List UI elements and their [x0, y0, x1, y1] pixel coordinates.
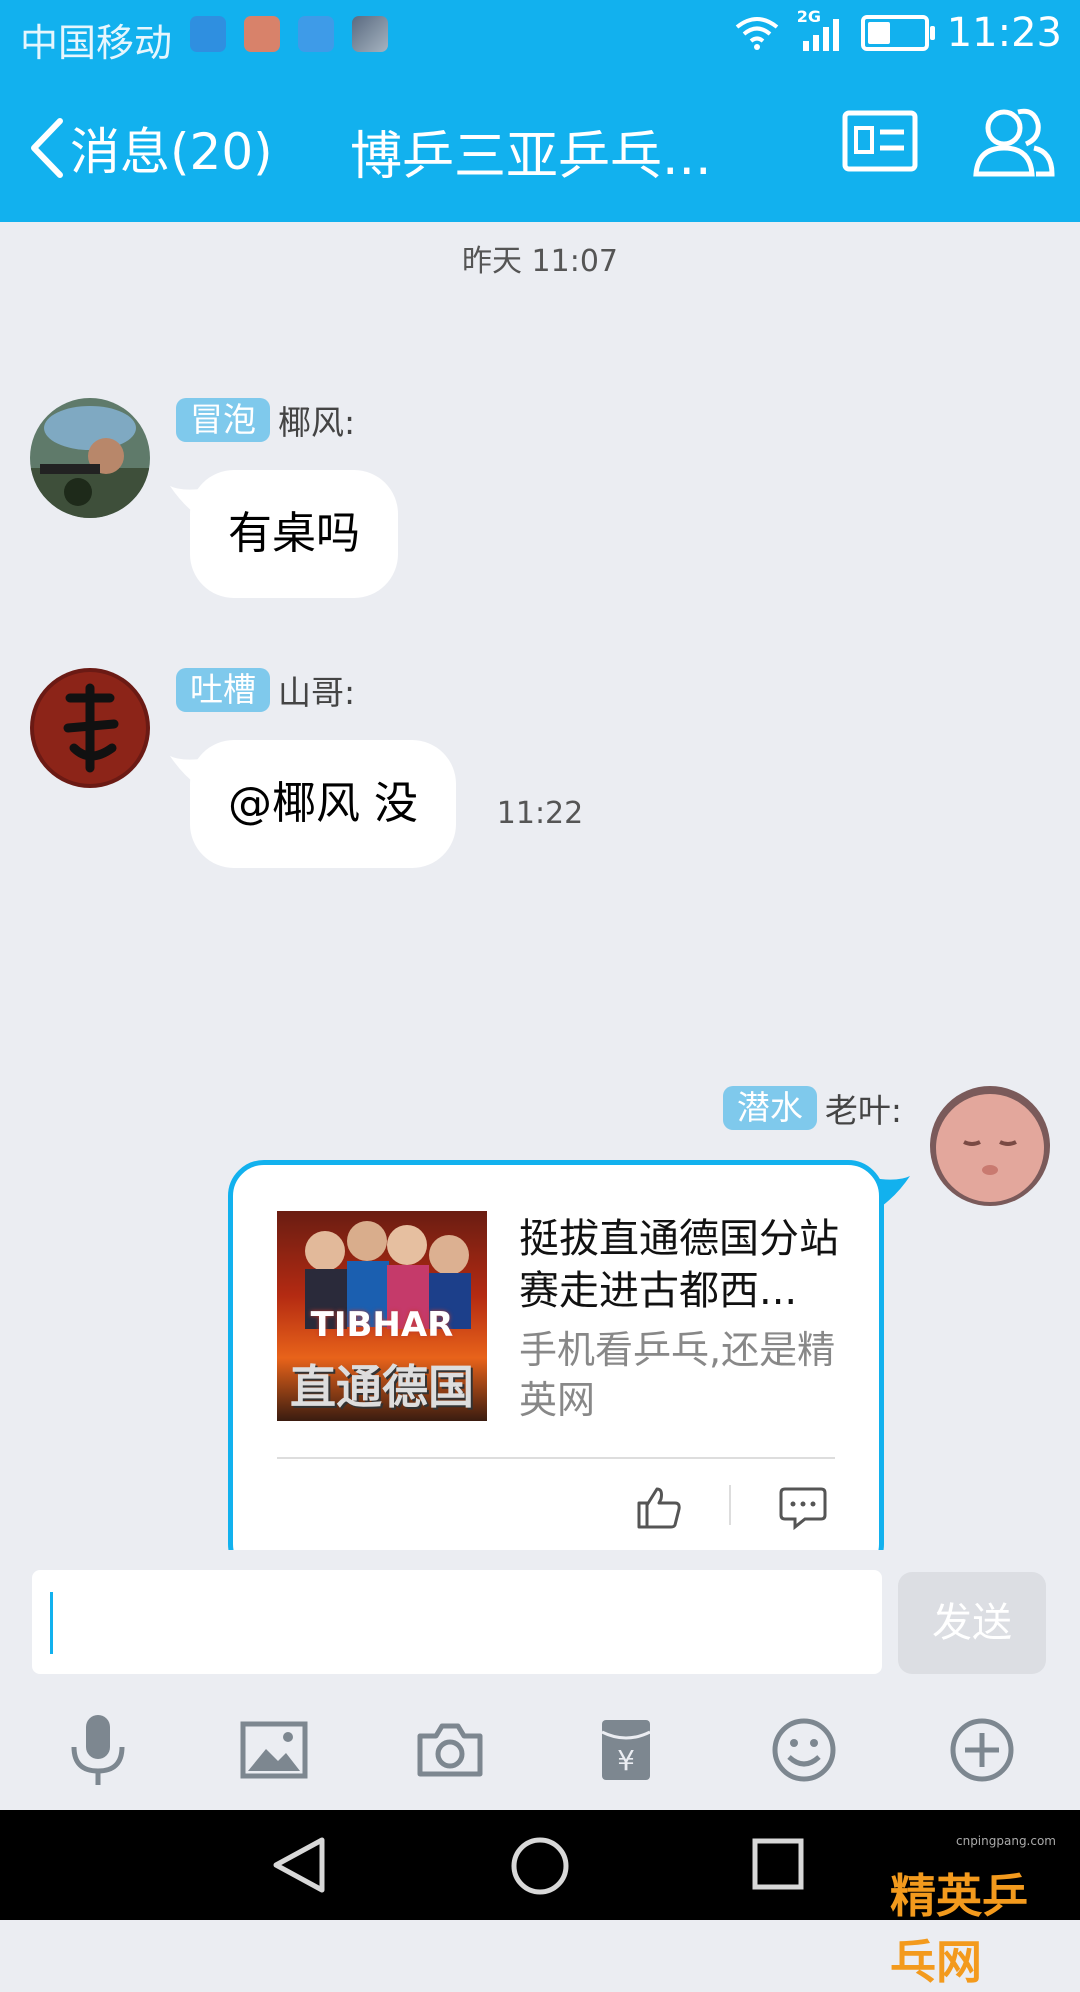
timestamp: 昨天 11:07: [462, 244, 618, 279]
sender-line: 潜水 老叶:: [722, 1084, 902, 1132]
status-bar: 中国移动 2G 11:23: [0, 0, 1080, 72]
microphone-icon: [71, 1715, 125, 1785]
watermark-text: 精英乒乓网: [890, 1869, 1028, 1989]
chat-header: 消息(20) 博乒三亚乒乓...: [0, 72, 1080, 222]
sender-name: 老叶:: [824, 1091, 902, 1130]
card-divider: [277, 1457, 835, 1459]
sender-line: 吐槽 山哥:: [176, 666, 355, 714]
chevron-left-icon: [31, 118, 63, 178]
battery-icon: [860, 15, 935, 51]
wifi-icon: [735, 17, 778, 50]
avatar[interactable]: [930, 1086, 1050, 1206]
watermark-logo: cnpingpang.com 精英乒乓网: [890, 1830, 1070, 1989]
timestamp: 11:22: [496, 796, 584, 831]
signal-indicator: 2G: [797, 7, 843, 53]
camera-icon: [417, 1723, 483, 1777]
svg-text:¥: ¥: [617, 1744, 635, 1777]
image-icon: [240, 1721, 308, 1779]
thumbnail-caption: 直通德国: [290, 1360, 474, 1414]
red-packet-button[interactable]: ¥: [586, 1710, 666, 1790]
comment-icon: [779, 1487, 827, 1531]
article-description: 手机看乒乓,还是精英网: [519, 1328, 836, 1422]
emoji-button[interactable]: [764, 1710, 844, 1790]
input-toolbar: ¥: [0, 1680, 1080, 1810]
voice-button[interactable]: [58, 1710, 138, 1790]
nav-back-button[interactable]: [272, 1836, 326, 1898]
like-button[interactable]: [635, 1483, 683, 1535]
message-bubble[interactable]: 有桌吗: [190, 470, 398, 598]
thumbs-up-icon: [637, 1487, 681, 1529]
health-notification-icon: [298, 16, 334, 52]
nav-home-button[interactable]: [510, 1836, 570, 1900]
navigation-bar: cnpingpang.com 精英乒乓网: [0, 1810, 1080, 1989]
back-button[interactable]: 消息(20): [28, 112, 273, 184]
rank-badge: 冒泡: [176, 398, 270, 442]
square-recents-icon: [752, 1838, 804, 1890]
signal-icon: [802, 19, 839, 51]
avatar[interactable]: [30, 668, 150, 788]
app-notification-icon: [190, 16, 226, 52]
status-indicators: 2G 11:23: [735, 7, 1062, 56]
emoji-icon: [772, 1718, 836, 1782]
group-members-button[interactable]: [972, 102, 1056, 184]
article-thumbnail[interactable]: TIBHAR 直通德国: [277, 1211, 487, 1421]
watermark-site: cnpingpang.com: [955, 1834, 1056, 1848]
red-packet-icon: ¥: [601, 1720, 651, 1780]
camera-button[interactable]: [410, 1710, 490, 1790]
id-card-icon: [842, 110, 918, 172]
shared-link-card[interactable]: TIBHAR 直通德国 挺拔直通德国分站赛走进古都西... 手机看乒乓,还是精英…: [228, 1160, 884, 1550]
plus-icon: [950, 1718, 1014, 1782]
chat-title: 博乒三亚乒乓...: [350, 127, 712, 187]
more-button[interactable]: [942, 1710, 1022, 1790]
thumbnail-brand: TIBHAR: [310, 1305, 454, 1345]
message-list[interactable]: 昨天 11:07 冒泡 椰风: 有桌吗 吐槽 山哥: @椰风 没 11:22 潜…: [0, 222, 1080, 1550]
text-cursor: [50, 1592, 53, 1654]
battery-level: [867, 22, 890, 44]
send-button[interactable]: 发送: [898, 1572, 1046, 1674]
comment-button[interactable]: [779, 1485, 827, 1535]
gallery-notification-icon: [352, 16, 388, 52]
rank-badge: 吐槽: [176, 668, 270, 712]
notification-icons: [190, 16, 388, 52]
action-separator: [729, 1485, 731, 1525]
message-input[interactable]: [32, 1570, 882, 1674]
circle-home-icon: [511, 1837, 569, 1895]
triangle-back-icon: [273, 1837, 325, 1893]
clock: 11:23: [946, 10, 1062, 56]
sender-name: 山哥:: [278, 673, 356, 712]
carrier-label: 中国移动: [20, 21, 173, 65]
input-bar: 发送: [0, 1550, 1080, 1680]
avatar[interactable]: [30, 398, 150, 518]
nav-recents-button[interactable]: [752, 1838, 804, 1894]
sender-line: 冒泡 椰风:: [176, 396, 355, 444]
rank-badge: 潜水: [722, 1086, 817, 1130]
people-icon: [973, 108, 1055, 177]
sender-name: 椰风:: [278, 403, 356, 442]
group-profile-button[interactable]: [842, 110, 918, 176]
inbox-notification-icon: [244, 16, 280, 52]
image-button[interactable]: [234, 1710, 314, 1790]
article-title[interactable]: 挺拔直通德国分站赛走进古都西...: [519, 1213, 849, 1317]
back-label: 消息(20): [70, 123, 273, 181]
